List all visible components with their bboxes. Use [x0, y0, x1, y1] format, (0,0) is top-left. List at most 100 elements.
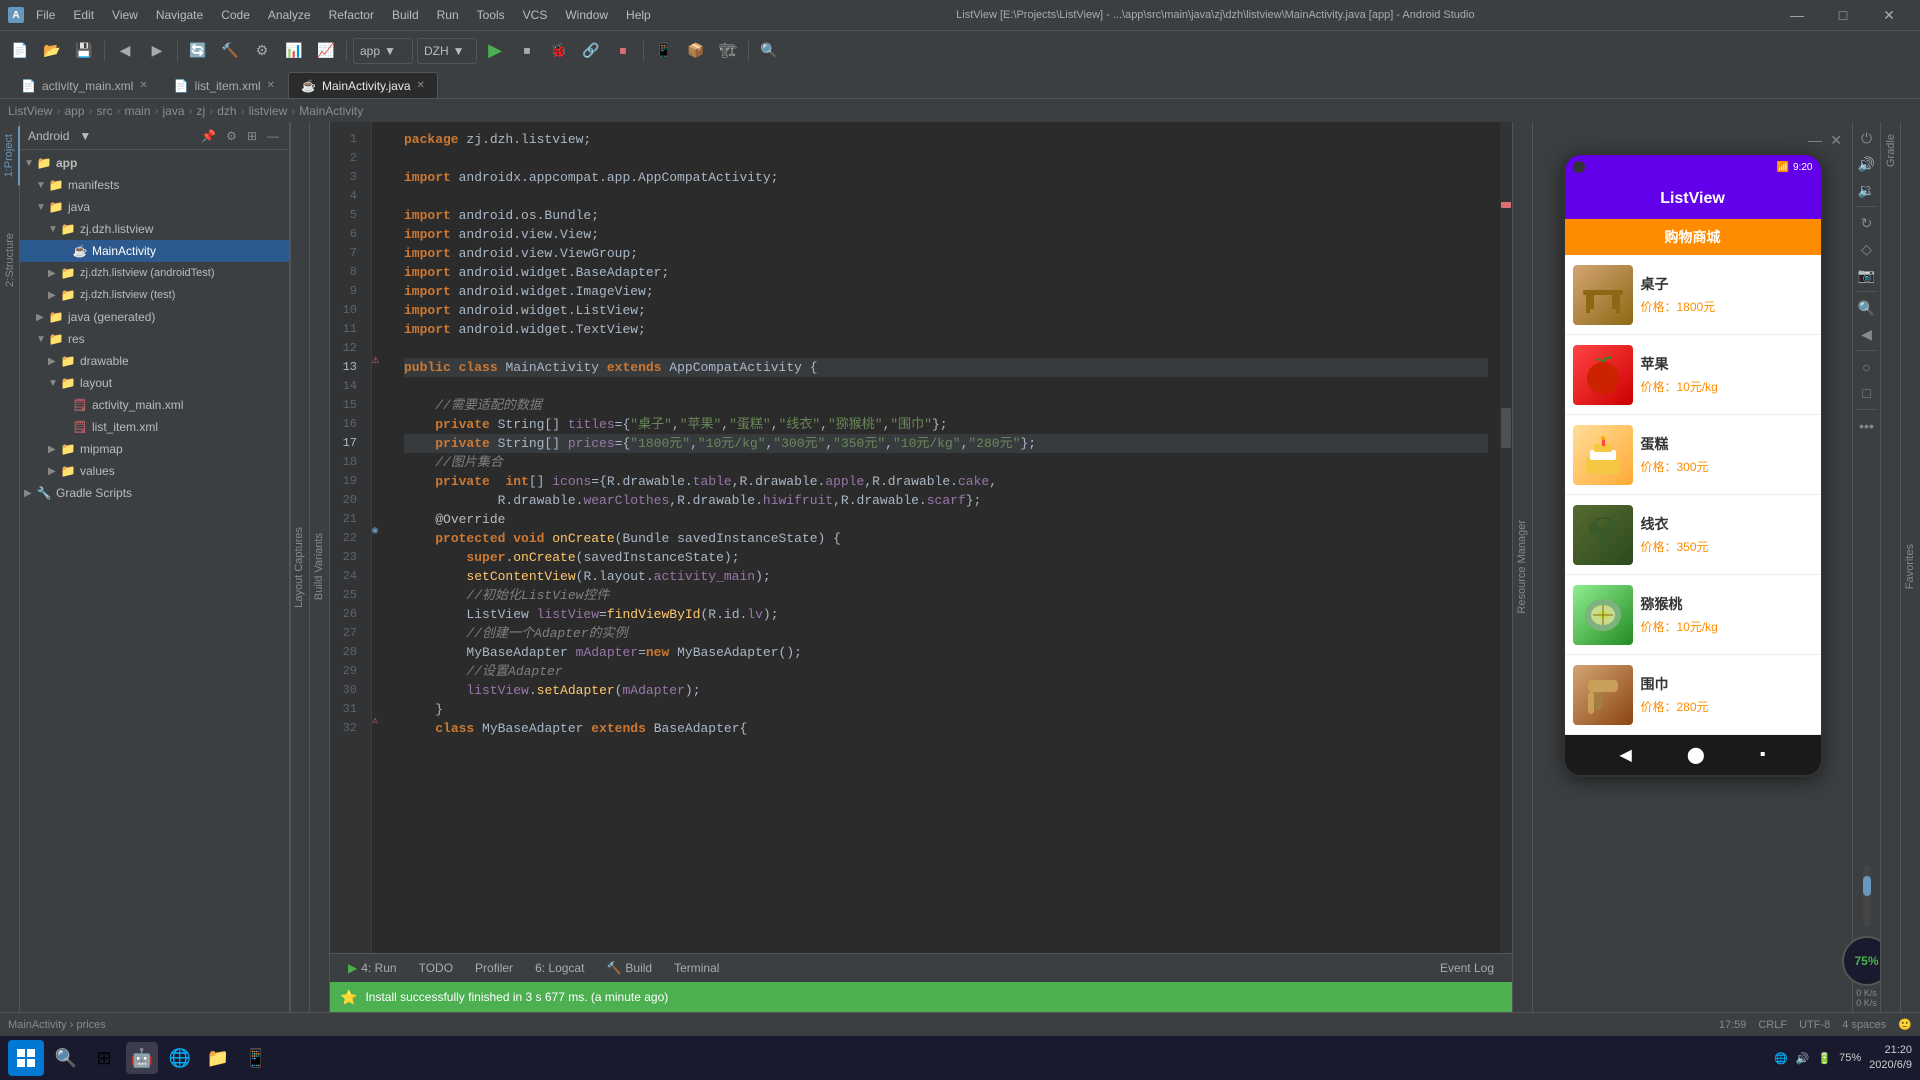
- run-tab[interactable]: ▶ 4: Run: [338, 955, 407, 981]
- profiler-tab[interactable]: Profiler: [465, 955, 523, 981]
- tree-item-androidtest[interactable]: ▶ 📁 zj.dzh.listview (androidTest): [20, 262, 289, 284]
- maximize-button[interactable]: □: [1820, 0, 1866, 30]
- app-config-dropdown[interactable]: app ▼: [353, 38, 413, 64]
- structure-tab[interactable]: 2:Structure: [1, 225, 19, 295]
- tree-item-gradle-scripts[interactable]: ▶ 🔧 Gradle Scripts: [20, 482, 289, 504]
- breadcrumb-main[interactable]: main: [125, 104, 151, 118]
- phone-recent-btn[interactable]: ▪: [1760, 746, 1766, 764]
- favorites-tab[interactable]: Favorites: [1900, 536, 1920, 597]
- tree-item-mainactivity[interactable]: ☕ MainActivity: [20, 240, 289, 262]
- menu-help[interactable]: Help: [620, 8, 657, 22]
- phone-home-btn[interactable]: ⬤: [1687, 745, 1705, 765]
- project-tab[interactable]: 1:Project: [0, 126, 20, 185]
- sync-button[interactable]: 🔄: [184, 37, 212, 65]
- tree-item-drawable[interactable]: ▶ 📁 drawable: [20, 350, 289, 372]
- taskbar-search[interactable]: 🔍: [50, 1042, 82, 1074]
- tree-item-layout[interactable]: ▼ 📁 layout: [20, 372, 289, 394]
- menu-refactor[interactable]: Refactor: [323, 8, 380, 22]
- menu-view[interactable]: View: [106, 8, 144, 22]
- debug-button[interactable]: 🐞: [545, 37, 573, 65]
- minimize-button[interactable]: —: [1774, 0, 1820, 30]
- taskbar-phone[interactable]: 📱: [240, 1042, 272, 1074]
- taskbar-task-view[interactable]: ⊞: [88, 1042, 120, 1074]
- menu-analyze[interactable]: Analyze: [262, 8, 317, 22]
- start-button[interactable]: [8, 1040, 44, 1076]
- circle-button[interactable]: ○: [1855, 355, 1879, 379]
- breadcrumb-listview[interactable]: ListView: [8, 104, 52, 118]
- attach-debugger-button[interactable]: 🔗: [577, 37, 605, 65]
- project-expand-icon[interactable]: ⊞: [245, 127, 259, 145]
- project-structure-button[interactable]: 🏗: [714, 37, 742, 65]
- code-editor[interactable]: 1 2 3 4 5 6 7 8 9 10 11 12 13 14 15 16 1…: [330, 122, 1512, 953]
- breadcrumb-src[interactable]: src: [97, 104, 113, 118]
- run-config-button[interactable]: ⚙: [248, 37, 276, 65]
- breadcrumb-dzh[interactable]: dzh: [217, 104, 236, 118]
- resource-manager-tab[interactable]: Resource Manager: [1512, 512, 1532, 622]
- tree-item-manifests[interactable]: ▼ 📁 manifests: [20, 174, 289, 196]
- tab-activity-main[interactable]: 📄 activity_main.xml ✕: [8, 72, 161, 98]
- avd-manager-button[interactable]: 📱: [650, 37, 678, 65]
- tree-item-activity-main-xml[interactable]: 🗒 activity_main.xml: [20, 394, 289, 416]
- more-button[interactable]: •••: [1855, 414, 1879, 438]
- taskbar-android-studio[interactable]: 🤖: [126, 1042, 158, 1074]
- project-gear-icon[interactable]: ⚙: [224, 127, 239, 145]
- search-button[interactable]: 🔍: [755, 37, 783, 65]
- phone-back-btn[interactable]: ◀: [1620, 745, 1632, 765]
- right-scroll-thumb[interactable]: [1863, 876, 1871, 896]
- volume-down-button[interactable]: 🔉: [1855, 178, 1879, 202]
- event-log-tab[interactable]: Event Log: [1430, 955, 1504, 981]
- phone-panel-close[interactable]: —: [1808, 132, 1822, 149]
- save-button[interactable]: 💾: [70, 37, 98, 65]
- profile-button[interactable]: 📈: [312, 37, 340, 65]
- power-button[interactable]: ⏻: [1855, 126, 1879, 150]
- scroll-thumb[interactable]: [1501, 408, 1511, 448]
- tree-item-java[interactable]: ▼ 📁 java: [20, 196, 289, 218]
- tree-item-values[interactable]: ▶ 📁 values: [20, 460, 289, 482]
- editor-scrollbar[interactable]: [1500, 122, 1512, 953]
- tab-list-item[interactable]: 📄 list_item.xml ✕: [161, 72, 288, 98]
- menu-vcs[interactable]: VCS: [517, 8, 554, 22]
- device-dropdown[interactable]: DZH ▼: [417, 38, 477, 64]
- menu-tools[interactable]: Tools: [471, 8, 511, 22]
- tab-main-activity[interactable]: ☕ MainActivity.java ✕: [288, 72, 438, 98]
- breadcrumb-listview2[interactable]: listview: [249, 104, 288, 118]
- breadcrumb-mainactivity[interactable]: MainActivity: [299, 104, 363, 118]
- build-button[interactable]: 🔨: [216, 37, 244, 65]
- tab-close-main-activity[interactable]: ✕: [417, 80, 425, 91]
- sdk-manager-button[interactable]: 📦: [682, 37, 710, 65]
- project-pin-button[interactable]: 📌: [199, 127, 218, 145]
- close-button[interactable]: ✕: [1866, 0, 1912, 30]
- code-content[interactable]: package zj.dzh.listview; import androidx…: [392, 122, 1500, 953]
- rotate-button[interactable]: ↻: [1855, 211, 1879, 235]
- open-button[interactable]: 📂: [38, 37, 66, 65]
- menu-file[interactable]: File: [30, 8, 61, 22]
- menu-run[interactable]: Run: [431, 8, 465, 22]
- volume-up-button[interactable]: 🔊: [1855, 152, 1879, 176]
- tree-item-zj[interactable]: ▼ 📁 zj.dzh.listview: [20, 218, 289, 240]
- menu-build[interactable]: Build: [386, 8, 425, 22]
- build-variants-tab[interactable]: Build Variants: [309, 525, 329, 608]
- logcat-tab[interactable]: 6: Logcat: [525, 955, 594, 981]
- square-button[interactable]: □: [1855, 381, 1879, 405]
- tree-item-res[interactable]: ▼ 📁 res: [20, 328, 289, 350]
- coverage-button[interactable]: 📊: [280, 37, 308, 65]
- forward-button[interactable]: ▶: [143, 37, 171, 65]
- menu-edit[interactable]: Edit: [67, 8, 100, 22]
- tab-close-activity-main[interactable]: ✕: [139, 80, 147, 91]
- stop-button[interactable]: ⏹: [609, 37, 637, 65]
- breadcrumb-app[interactable]: app: [64, 104, 84, 118]
- tree-item-test[interactable]: ▶ 📁 zj.dzh.listview (test): [20, 284, 289, 306]
- new-file-button[interactable]: 📄: [6, 37, 34, 65]
- terminal-tab[interactable]: Terminal: [664, 955, 729, 981]
- tree-item-mipmap[interactable]: ▶ 📁 mipmap: [20, 438, 289, 460]
- tree-item-list-item-xml[interactable]: 🗒 list_item.xml: [20, 416, 289, 438]
- stop-run-button[interactable]: ⏹: [513, 37, 541, 65]
- tree-item-java-generated[interactable]: ▶ 📁 java (generated): [20, 306, 289, 328]
- tree-item-app[interactable]: ▼ 📁 app: [20, 152, 289, 174]
- todo-tab[interactable]: TODO: [409, 955, 463, 981]
- run-button[interactable]: ▶: [481, 37, 509, 65]
- tab-close-list-item[interactable]: ✕: [267, 80, 275, 91]
- taskbar-explorer[interactable]: 📁: [202, 1042, 234, 1074]
- project-dropdown-icon[interactable]: ▼: [79, 129, 91, 143]
- menu-code[interactable]: Code: [215, 8, 256, 22]
